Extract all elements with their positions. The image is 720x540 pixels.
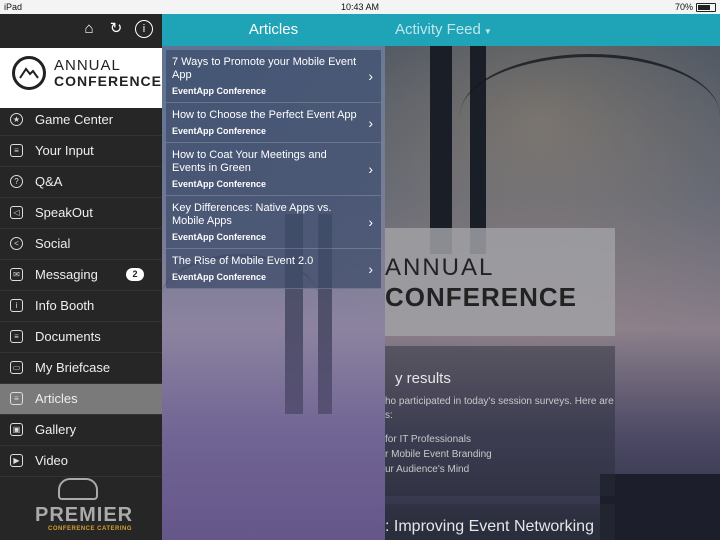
sponsor-name: PREMIER <box>35 504 134 526</box>
sidebar-item-game-center[interactable]: ★ Game Center <box>0 105 162 136</box>
feed-post[interactable]: : Improving Event Networking <box>385 504 615 540</box>
home-icon[interactable]: ⌂ <box>80 20 98 38</box>
document-icon: ≡ <box>10 330 23 343</box>
status-time: 10:43 AM <box>340 2 380 12</box>
post-line: for IT Professionals <box>385 434 471 445</box>
status-bar: iPad 10:43 AM 70% <box>0 0 720 14</box>
sidebar-item-qa[interactable]: ? Q&A <box>0 167 162 198</box>
sidebar-item-label: My Briefcase <box>35 360 111 375</box>
sidebar-item-label: Video <box>35 453 69 468</box>
caret-down-icon: ▼ <box>483 27 492 36</box>
briefcase-icon: ▭ <box>10 361 23 374</box>
article-item[interactable]: 7 Ways to Promote your Mobile Event App … <box>166 50 381 103</box>
article-icon: ≡ <box>10 392 23 405</box>
banner-line1: ANNUAL <box>385 254 495 281</box>
articles-title: Articles <box>248 21 299 38</box>
sidebar-item-label: Articles <box>35 391 78 406</box>
chevron-right-icon: › <box>368 161 373 177</box>
activity-feed: Activity Feed ▼ ANNUAL CONFERENCE y resul… <box>385 14 720 540</box>
battery-indicator: 70% <box>675 2 716 12</box>
sidebar-item-messaging[interactable]: ✉ Messaging 2 <box>0 260 162 291</box>
battery-icon <box>696 2 716 12</box>
chevron-right-icon: › <box>368 214 373 230</box>
sidebar-item-label: Info Booth <box>35 298 95 313</box>
article-source: EventApp Conference <box>172 179 267 189</box>
articles-list: 7 Ways to Promote your Mobile Event App … <box>166 50 381 289</box>
envelope-icon: ✉ <box>10 268 23 281</box>
info-icon[interactable]: i <box>135 20 153 38</box>
info-booth-icon: i <box>10 299 23 312</box>
feed-banner[interactable]: ANNUAL CONFERENCE <box>385 228 615 336</box>
mountain-logo-icon <box>12 56 46 90</box>
article-source: EventApp Conference <box>172 232 267 242</box>
sponsor-logo[interactable]: PREMIER CONFERENCE CATERING <box>30 474 140 540</box>
sidebar-item-label: Game Center <box>35 112 114 127</box>
chevron-right-icon: › <box>368 68 373 84</box>
article-item[interactable]: How to Choose the Perfect Event App Even… <box>166 103 381 143</box>
sidebar-toolbar: ⌂ ↻ i <box>0 14 162 46</box>
share-icon: < <box>10 237 23 250</box>
sidebar-menu: ★ Game Center ≡ Your Input ? Q&A ◁ Speak… <box>0 105 162 477</box>
article-title: Key Differences: Native Apps vs. Mobile … <box>172 202 332 227</box>
articles-panel: Articles 7 Ways to Promote your Mobile E… <box>162 14 385 540</box>
battery-percent: 70% <box>674 2 693 12</box>
checklist-icon: ≡ <box>10 144 23 157</box>
article-title: The Rise of Mobile Event 2.0 <box>172 255 314 267</box>
post-line: r Mobile Event Branding <box>385 449 492 460</box>
logo-line2: CONFERENCE <box>54 73 163 89</box>
sidebar-item-label: Gallery <box>35 422 77 437</box>
sidebar-item-my-briefcase[interactable]: ▭ My Briefcase <box>0 353 162 384</box>
sidebar-item-label: Documents <box>35 329 101 344</box>
article-item[interactable]: Key Differences: Native Apps vs. Mobile … <box>166 196 381 249</box>
sidebar-item-label: SpeakOut <box>35 205 93 220</box>
article-source: EventApp Conference <box>172 126 267 136</box>
unread-badge: 2 <box>126 268 144 281</box>
post-heading: : Improving Event Networking <box>385 518 594 535</box>
megaphone-icon: ◁ <box>10 206 23 219</box>
sidebar-item-documents[interactable]: ≡ Documents <box>0 322 162 353</box>
video-icon: ▶ <box>10 454 23 467</box>
star-icon: ★ <box>10 113 23 126</box>
post-heading: y results <box>395 370 451 387</box>
sidebar-item-your-input[interactable]: ≡ Your Input <box>0 136 162 167</box>
refresh-icon[interactable]: ↻ <box>107 20 125 38</box>
chef-hat-icon <box>58 478 98 500</box>
logo-line1: ANNUAL <box>54 57 121 74</box>
gallery-icon: ▣ <box>10 423 23 436</box>
article-source: EventApp Conference <box>172 86 267 96</box>
question-icon: ? <box>10 175 23 188</box>
feed-title-dropdown[interactable]: Activity Feed ▼ <box>395 21 492 38</box>
sidebar-item-video[interactable]: ▶ Video <box>0 446 162 477</box>
post-line: ur Audience's Mind <box>385 464 470 475</box>
sidebar-item-speakout[interactable]: ◁ SpeakOut <box>0 198 162 229</box>
articles-header: Articles <box>162 14 385 46</box>
feed-post[interactable]: y results ho participated in today's ses… <box>385 346 615 496</box>
article-title: How to Choose the Perfect Event App <box>172 109 357 121</box>
sidebar: ⌂ ↻ i ANNUAL CONFERENCE ★ Game Center ≡ … <box>0 14 162 540</box>
sidebar-item-label: Messaging <box>35 267 98 282</box>
sidebar-item-articles[interactable]: ≡ Articles <box>0 384 162 415</box>
article-source: EventApp Conference <box>172 272 267 282</box>
article-item[interactable]: The Rise of Mobile Event 2.0 EventApp Co… <box>166 249 381 289</box>
article-title: 7 Ways to Promote your Mobile Event App <box>172 56 357 81</box>
chevron-right-icon: › <box>368 114 373 131</box>
sidebar-item-info-booth[interactable]: i Info Booth <box>0 291 162 322</box>
post-line: s: <box>385 410 393 421</box>
article-title: How to Coat Your Meetings and Events in … <box>172 149 327 174</box>
article-item[interactable]: How to Coat Your Meetings and Events in … <box>166 143 381 196</box>
banner-line2: CONFERENCE <box>385 282 578 312</box>
chevron-right-icon: › <box>368 260 373 277</box>
post-line: ho participated in today's session surve… <box>385 396 614 407</box>
sidebar-item-label: Your Input <box>35 143 94 158</box>
sidebar-item-social[interactable]: < Social <box>0 229 162 260</box>
conference-logo: ANNUAL CONFERENCE <box>0 48 162 108</box>
sidebar-item-label: Social <box>35 236 71 251</box>
feed-header: Activity Feed ▼ <box>385 14 720 46</box>
sidebar-item-label: Q&A <box>35 174 63 189</box>
sidebar-item-gallery[interactable]: ▣ Gallery <box>0 415 162 446</box>
sponsor-tagline: CONFERENCE CATERING <box>48 526 133 532</box>
